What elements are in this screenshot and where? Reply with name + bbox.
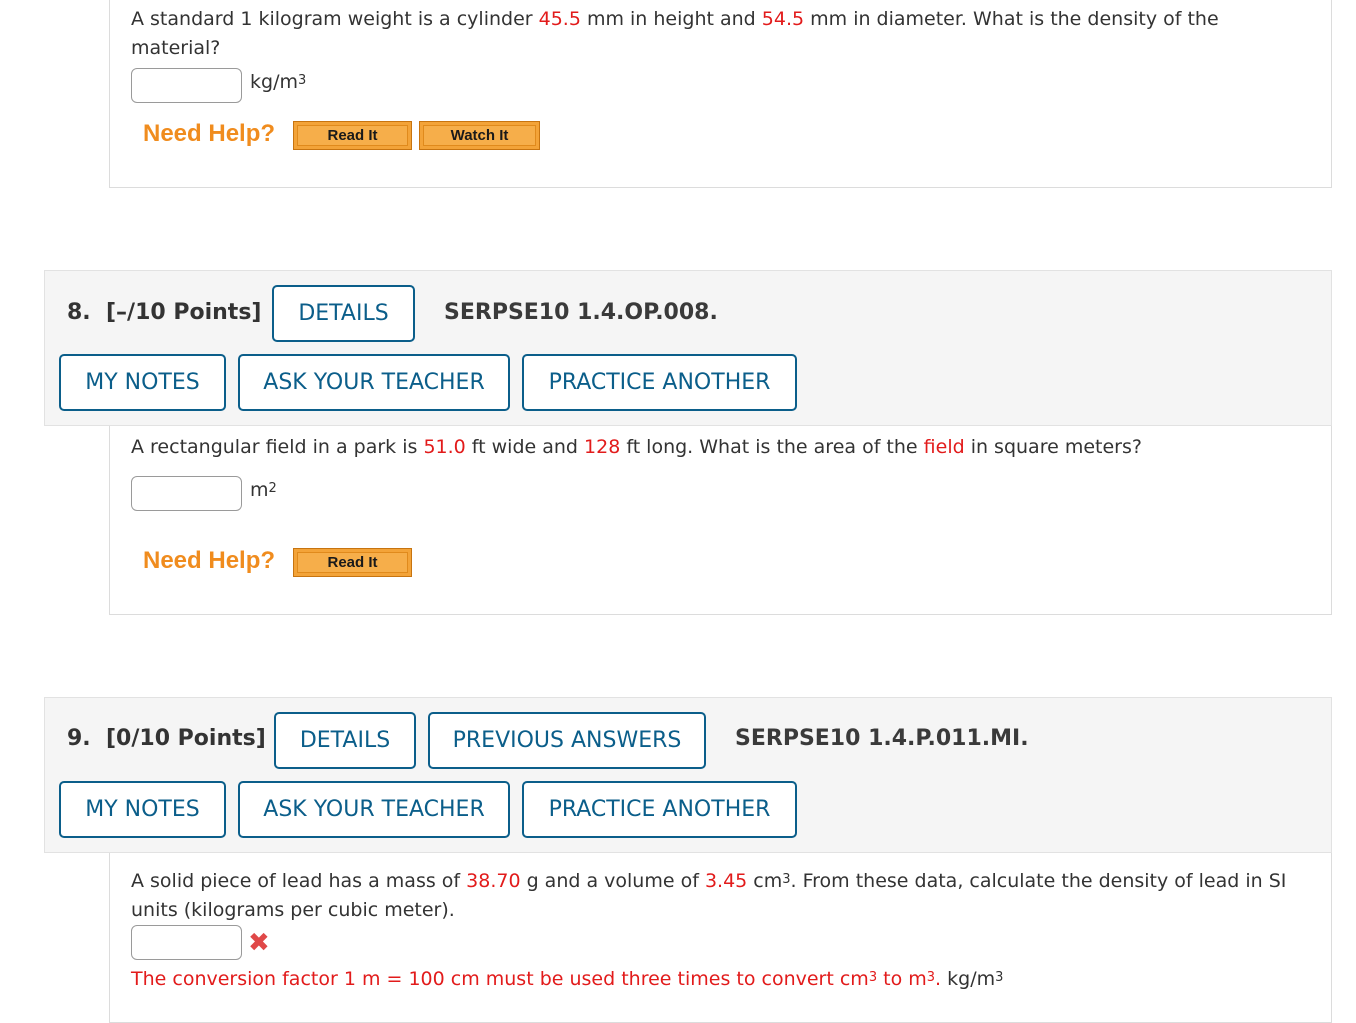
q8-details-button[interactable]: DETAILS: [272, 285, 415, 342]
q8-question-text: A rectangular field in a park is 51.0 ft…: [131, 436, 1142, 458]
q9-previous-answers-button[interactable]: PREVIOUS ANSWERS: [428, 712, 706, 769]
q8-read-it-button[interactable]: Read It: [293, 548, 412, 577]
q9-question-text: A solid piece of lead has a mass of 38.7…: [131, 870, 1287, 921]
q9-points: [0/10 Points]: [106, 726, 266, 751]
q7-watch-it-button[interactable]: Watch It: [419, 121, 540, 150]
q8-practice-another-button[interactable]: PRACTICE ANOTHER: [522, 354, 797, 411]
q8-width-value: 51.0: [423, 436, 466, 458]
q8-length-value: 128: [584, 436, 621, 458]
q8-title: 8. [–/10 Points]: [67, 300, 261, 325]
q9-answer-input[interactable]: [131, 925, 242, 960]
q8-field-word: field: [923, 436, 965, 458]
q9-ask-teacher-button[interactable]: ASK YOUR TEACHER: [238, 781, 510, 838]
q7-unit: kg/m3: [250, 71, 307, 93]
q7-answer-input[interactable]: [131, 68, 242, 103]
q8-my-notes-button[interactable]: MY NOTES: [59, 354, 226, 411]
q7-question-text: A standard 1 kilogram weight is a cylind…: [131, 8, 1219, 59]
q9-number: 9.: [67, 726, 91, 751]
q8-number: 8.: [67, 300, 91, 325]
q7-need-help-label: Need Help?: [143, 120, 276, 147]
q7-diameter-value: 54.5: [761, 8, 805, 30]
q8-unit: m2: [250, 479, 277, 501]
q9-mass-value: 38.70: [466, 870, 521, 892]
q9-code: SERPSE10 1.4.P.011.MI.: [735, 726, 1029, 751]
q8-ask-teacher-button[interactable]: ASK YOUR TEACHER: [238, 354, 510, 411]
q9-title: 9. [0/10 Points]: [67, 726, 266, 751]
q9-my-notes-button[interactable]: MY NOTES: [59, 781, 226, 838]
q9-practice-another-button[interactable]: PRACTICE ANOTHER: [522, 781, 797, 838]
q7-height-value: 45.5: [538, 8, 581, 30]
q9-volume-value: 3.45: [704, 870, 748, 892]
q8-points: [–/10 Points]: [106, 300, 262, 325]
incorrect-icon: ✖: [248, 928, 270, 958]
q7-read-it-button[interactable]: Read It: [293, 121, 412, 150]
q9-unit: kg/m3: [941, 968, 1004, 990]
q9-feedback-text: The conversion factor 1 m = 100 cm must …: [131, 968, 1004, 990]
q8-need-help-label: Need Help?: [143, 547, 276, 574]
q9-details-button[interactable]: DETAILS: [274, 712, 416, 769]
q8-code: SERPSE10 1.4.OP.008.: [444, 300, 718, 325]
q8-answer-input[interactable]: [131, 476, 242, 511]
